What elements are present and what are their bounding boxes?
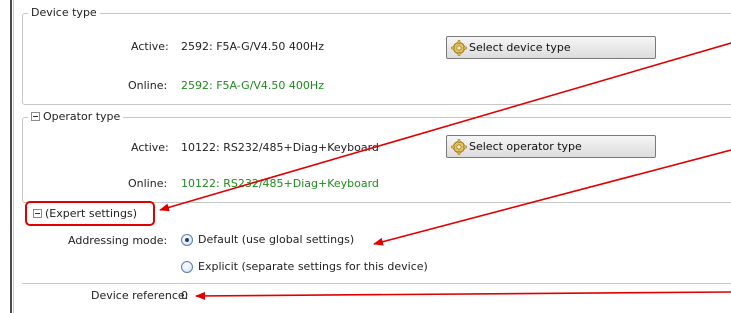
device-active-label: Active:: [131, 40, 169, 53]
device-online-value: 2592: F5A-G/V4.50 400Hz: [181, 79, 324, 92]
gear-icon: [451, 39, 467, 56]
operator-type-group: [22, 117, 731, 203]
operator-online-label: Online:: [128, 177, 168, 190]
device-type-title: Device type: [28, 6, 100, 20]
operator-active-label: Active:: [131, 141, 169, 154]
select-operator-type-button[interactable]: Select operator type: [446, 135, 656, 158]
radio-default-button[interactable]: [181, 233, 193, 246]
device-reference-label: Device reference:: [91, 289, 189, 302]
gear-icon: [451, 138, 467, 155]
operator-active-value: 10122: RS232/485+Diag+Keyboard: [181, 141, 379, 154]
expert-settings-highlight: [25, 201, 155, 226]
separator-line: [22, 283, 731, 284]
device-online-label: Online:: [128, 79, 168, 92]
radio-explicit[interactable]: Explicit (separate settings for this dev…: [181, 260, 428, 273]
radio-default[interactable]: Default (use global settings): [181, 233, 354, 246]
select-device-type-label: Select device type: [469, 41, 571, 54]
panel-left-inner-border: [13, 0, 14, 313]
panel-left-border: [10, 0, 12, 313]
device-active-value: 2592: F5A-G/V4.50 400Hz: [181, 40, 324, 53]
addressing-mode-label: Addressing mode:: [68, 234, 168, 247]
select-operator-type-label: Select operator type: [469, 140, 582, 153]
collapse-icon[interactable]: [31, 112, 40, 121]
operator-type-title[interactable]: Operator type: [28, 110, 124, 124]
select-device-type-button[interactable]: Select device type: [446, 36, 656, 59]
radio-default-label: Default (use global settings): [198, 233, 355, 246]
arrow-to-device-reference: [195, 291, 731, 300]
radio-explicit-button[interactable]: [181, 260, 193, 273]
device-reference-value: 0: [181, 289, 188, 302]
operator-online-value: 10122: RS232/485+Diag+Keyboard: [181, 177, 379, 190]
radio-explicit-label: Explicit (separate settings for this dev…: [198, 260, 428, 273]
